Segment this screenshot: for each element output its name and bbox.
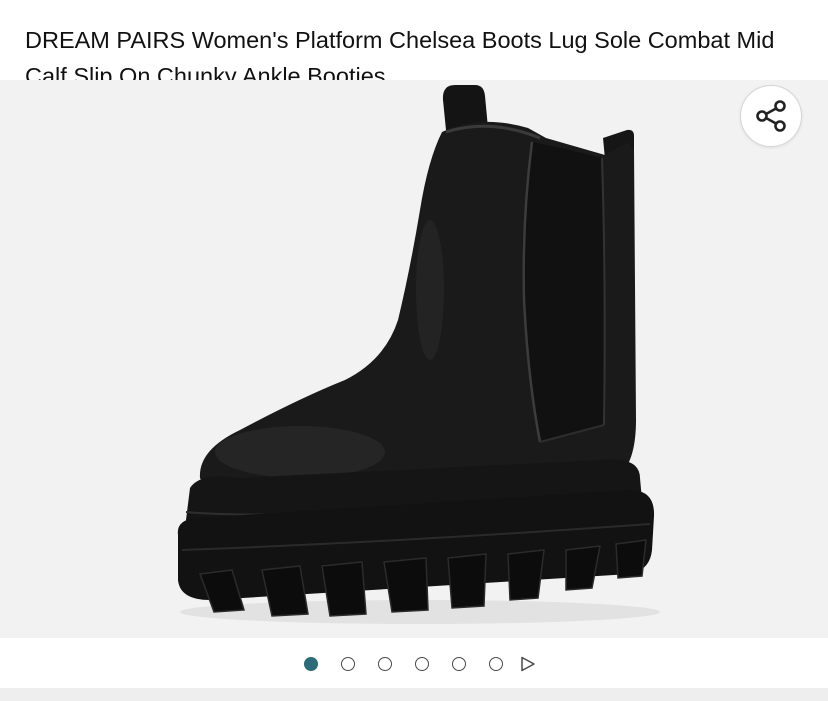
image-pagination [0, 650, 828, 678]
video-play-button[interactable] [520, 656, 536, 672]
share-button[interactable] [740, 85, 802, 147]
product-image-gallery[interactable] [0, 80, 828, 638]
pagination-dot-3[interactable] [377, 657, 392, 671]
product-image[interactable] [0, 80, 828, 638]
pagination-dot-5[interactable] [451, 657, 466, 671]
pagination-dot-4[interactable] [414, 657, 429, 671]
pagination-dot-1[interactable] [303, 657, 318, 671]
play-triangle-icon [521, 656, 535, 672]
pagination-dot-2[interactable] [340, 657, 355, 671]
pagination-dot-6[interactable] [488, 657, 503, 671]
share-icon [756, 100, 786, 132]
section-divider [0, 688, 828, 701]
